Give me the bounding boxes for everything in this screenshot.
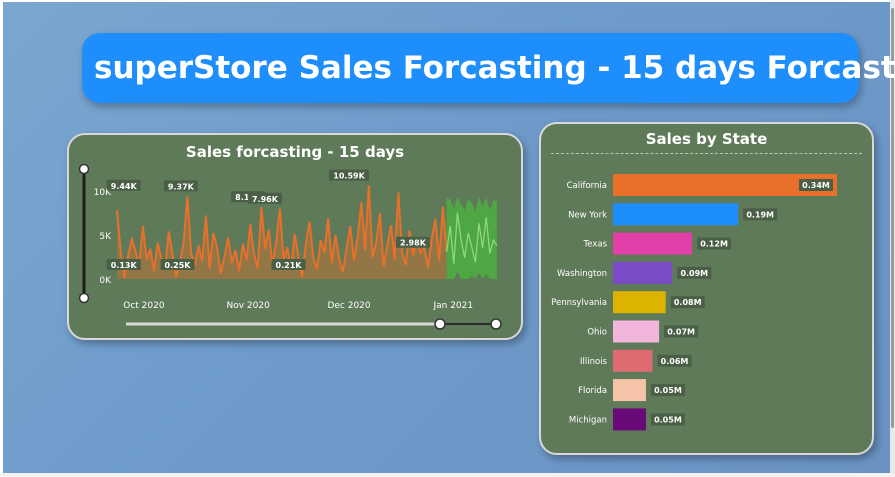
state-bar[interactable]: [613, 320, 660, 343]
bottom-edge: [0, 473, 895, 477]
state-bar[interactable]: [613, 203, 739, 226]
state-label: Illinois: [580, 357, 608, 367]
state-label: Michigan: [569, 415, 607, 425]
state-bar[interactable]: [613, 379, 646, 402]
value-label: 0.09M: [680, 269, 708, 278]
forecast-band: [446, 196, 497, 279]
state-label: Ohio: [587, 328, 607, 338]
sales-forecast-card: Sales forcasting - 15 days 0K 5K 10K Oct 20…: [67, 133, 523, 340]
page-title: superStore Sales Forcasting - 15 days Fo…: [82, 33, 895, 103]
state-bar[interactable]: [613, 408, 646, 431]
state-bar-chart: California 0.34M New York 0.19M Texas 0.12M Wa…: [551, 174, 837, 431]
data-label: 0.25K: [165, 261, 192, 270]
data-label: 0.21K: [276, 261, 303, 270]
value-label: 0.05M: [654, 415, 682, 424]
value-label: 0.06M: [661, 357, 689, 366]
data-label: 2.98K: [400, 239, 427, 248]
y-range-slider-handle-top[interactable]: [78, 163, 90, 175]
y-tick-label: 0K: [99, 276, 112, 286]
x-tick-label: Nov 2020: [226, 301, 270, 311]
data-label: 10.59K: [333, 172, 365, 181]
value-label: 0.08M: [674, 298, 702, 307]
value-label: 0.19M: [746, 210, 774, 219]
data-label: 0.13K: [111, 261, 138, 270]
state-bar[interactable]: [613, 291, 666, 314]
x-tick-label: Jan 2021: [432, 301, 473, 311]
value-label: 0.07M: [667, 328, 695, 337]
data-label: 7.96K: [252, 195, 279, 204]
value-label: 0.34M: [802, 181, 830, 190]
forecast-line-chart: 0K5K10KOct 2020 Nov 2020 Dec 2020 Jan 20219…: [78, 163, 502, 330]
x-range-slider-handle-right[interactable]: [490, 318, 502, 330]
y-tick-label: 5K: [99, 232, 112, 242]
sales-by-state-card: Sales by State California 0.34M New York 0.…: [539, 122, 874, 455]
state-label: Florida: [578, 386, 607, 396]
x-tick-label: Oct 2020: [123, 301, 165, 311]
state-label: Pennsylvania: [551, 298, 607, 308]
data-label: 9.37K: [168, 182, 195, 191]
state-bar[interactable]: [613, 349, 653, 372]
state-label: Texas: [583, 240, 608, 250]
x-tick-label: Dec 2020: [327, 301, 370, 311]
x-range-slider-handle-left[interactable]: [434, 318, 446, 330]
y-range-slider-handle-bottom[interactable]: [78, 292, 90, 304]
state-bar[interactable]: [613, 261, 673, 284]
state-label: New York: [568, 210, 607, 220]
state-label: California: [567, 181, 607, 191]
value-label: 0.05M: [654, 386, 682, 395]
data-label: 9.44K: [111, 182, 138, 191]
state-bar[interactable]: [613, 232, 693, 255]
state-label: Washington: [557, 269, 607, 279]
value-label: 0.12M: [700, 240, 728, 249]
